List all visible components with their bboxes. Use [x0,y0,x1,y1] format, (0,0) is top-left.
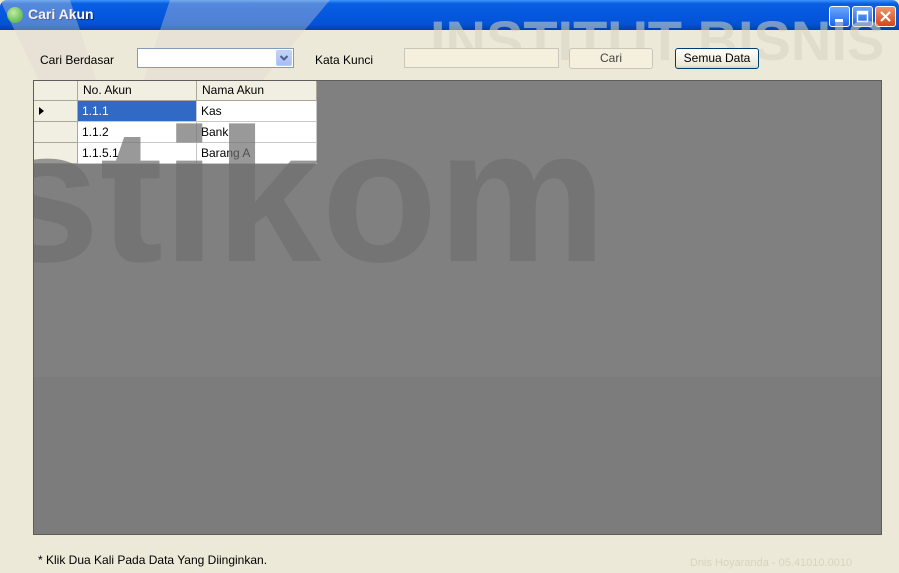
watermark-brand: stikom [34,90,606,302]
account-data-grid[interactable]: No. Akun Nama Akun 1.1.1 Kas 1.1.2 Bank … [33,80,882,535]
grid-watermark: stikom [34,90,881,534]
author-credit: Dnis Hoyaranda - 05.41010.0010 [690,557,853,569]
title-bar[interactable]: Cari Akun [0,0,899,30]
cari-akun-window: Cari Akun INSTITUT BISNIS & INFORMATI SU… [0,0,899,573]
show-all-button[interactable]: Semua Data [675,48,759,69]
search-by-dropdown-button[interactable] [276,50,292,66]
search-by-combobox[interactable] [137,48,294,68]
close-button[interactable] [875,6,896,27]
chevron-down-icon [279,55,289,61]
search-button[interactable]: Cari [569,48,653,69]
keyword-input[interactable] [404,48,559,68]
keyword-label: Kata Kunci [315,53,374,67]
window-title: Cari Akun [28,6,94,22]
minimize-button[interactable] [829,6,850,27]
maximize-button[interactable] [852,6,873,27]
maximize-icon [856,10,869,23]
search-by-label: Cari Berdasar [40,53,115,67]
close-icon [880,11,891,22]
app-icon [7,7,23,23]
footer-instruction: * Klik Dua Kali Pada Data Yang Diinginka… [38,553,268,567]
minimize-icon [835,19,843,22]
